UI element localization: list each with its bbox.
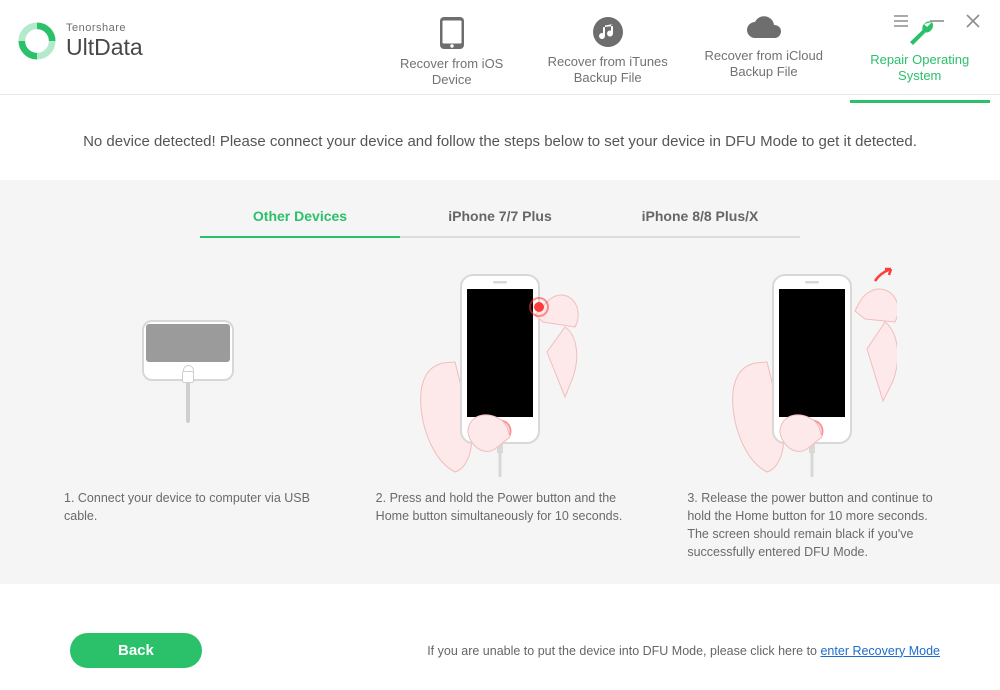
device-tab-iphone7[interactable]: iPhone 7/7 Plus [400,202,600,238]
hold-both-buttons-icon [415,267,585,477]
step-3: 3. Release the power button and continue… [683,264,940,562]
brand-product: UltData [66,35,143,59]
menu-icon[interactable] [892,12,910,30]
step-2: 2. Press and hold the Power button and t… [372,264,629,562]
tab-label: Recover from iOS Device [400,56,503,87]
tab-label: Recover from iTunes Backup File [548,54,668,85]
cloud-icon [745,16,783,42]
steps-row: 1. Connect your device to computer via U… [0,238,1000,562]
brand-company: Tenorshare [66,23,143,35]
app-logo: Tenorshare UltData [18,22,143,60]
tab-label: Recover from iCloud Backup File [704,48,823,79]
tab-recover-ios[interactable]: Recover from iOS Device [378,10,526,107]
tip-prefix: If you are unable to put the device into… [427,644,820,658]
device-tab-other[interactable]: Other Devices [200,202,400,238]
step-1: 1. Connect your device to computer via U… [60,264,317,562]
device-tabs: Other Devices iPhone 7/7 Plus iPhone 8/8… [0,180,1000,238]
step-1-illustration [60,264,317,479]
step-2-text: 2. Press and hold the Power button and t… [372,479,629,525]
device-tab-iphone8x[interactable]: iPhone 8/8 Plus/X [600,202,800,238]
header: Tenorshare UltData Recover from iOS Devi… [0,0,1000,95]
phone-icon [439,16,465,50]
instructions-panel: Other Devices iPhone 7/7 Plus iPhone 8/8… [0,180,1000,584]
release-power-icon [727,267,897,477]
tab-label: Repair Operating System [870,52,969,83]
window-controls [892,12,982,30]
minimize-icon[interactable] [928,12,946,30]
step-3-illustration [683,264,940,479]
step-1-text: 1. Connect your device to computer via U… [60,479,317,525]
itunes-icon [592,16,624,48]
recovery-mode-tip: If you are unable to put the device into… [427,644,940,658]
tab-recover-icloud[interactable]: Recover from iCloud Backup File [690,10,838,99]
tab-recover-itunes[interactable]: Recover from iTunes Backup File [534,10,682,105]
step-3-text: 3. Release the power button and continue… [683,479,940,562]
bottom-bar: Back If you are unable to put the device… [0,611,1000,690]
close-icon[interactable] [964,12,982,30]
enter-recovery-mode-link[interactable]: enter Recovery Mode [820,644,940,658]
back-button[interactable]: Back [70,633,202,668]
ultdata-logo-icon [18,22,56,60]
step-2-illustration [372,264,629,479]
notice-text: No device detected! Please connect your … [0,95,1000,180]
